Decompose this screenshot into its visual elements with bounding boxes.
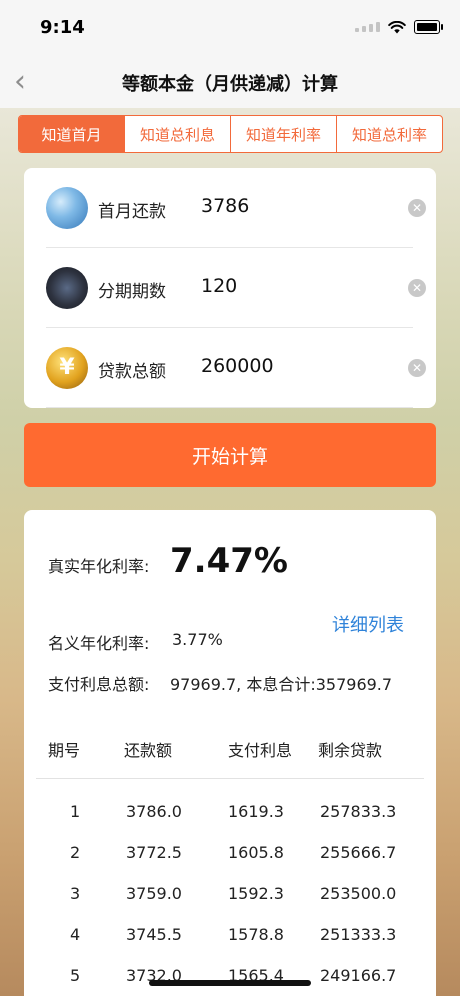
table-cell: 2 <box>70 843 81 862</box>
first-month-input[interactable]: 3786 <box>201 195 249 217</box>
calendar-photo-icon <box>46 267 88 309</box>
table-cell: 3786.0 <box>126 802 182 821</box>
tab-total-rate[interactable]: 知道总利率 <box>336 116 442 152</box>
table-cell: 1 <box>70 802 81 821</box>
first-month-label: 首月还款 <box>98 202 166 222</box>
table-cell: 3759.0 <box>126 884 182 903</box>
interest-total-label: 支付利息总额: <box>48 675 150 694</box>
first-month-row: 首月还款 3786 ✕ <box>24 168 436 248</box>
table-cell: 5 <box>70 966 81 985</box>
page-title: 等额本金（月供递减）计算 <box>122 74 338 95</box>
table-cell: 1605.8 <box>228 843 284 862</box>
nominal-rate-label: 名义年化利率: <box>48 634 150 653</box>
tab-annual-rate[interactable]: 知道年利率 <box>230 116 336 152</box>
clear-icon[interactable]: ✕ <box>408 359 426 377</box>
loan-total-input[interactable]: 260000 <box>201 355 274 377</box>
table-cell: 1592.3 <box>228 884 284 903</box>
status-bar: 9:14 <box>0 0 460 54</box>
wifi-icon <box>388 20 406 33</box>
tab-first-month[interactable]: 知道首月 <box>19 116 124 152</box>
table-cell: 251333.3 <box>320 925 397 944</box>
clear-icon[interactable]: ✕ <box>408 279 426 297</box>
tab-total-interest[interactable]: 知道总利息 <box>124 116 230 152</box>
table-header-interest: 支付利息 <box>228 741 293 760</box>
periods-row: 分期期数 120 ✕ <box>24 248 436 328</box>
result-card: 真实年化利率: 7.47% 详细列表 名义年化利率: 3.77% 支付利息总额:… <box>24 510 436 996</box>
table-cell: 1578.8 <box>228 925 284 944</box>
status-icons <box>355 20 443 34</box>
periods-label: 分期期数 <box>98 282 166 302</box>
signal-icon <box>355 22 380 32</box>
table-cell: 253500.0 <box>320 884 397 903</box>
nav-bar: ‹ 等额本金（月供递减）计算 <box>0 54 460 108</box>
table-cell: 3772.5 <box>126 843 182 862</box>
table-cell: 255666.7 <box>320 843 397 862</box>
home-indicator <box>149 980 311 986</box>
table-header-period: 期号 <box>48 741 81 760</box>
mode-tabs: 知道首月 知道总利息 知道年利率 知道总利率 <box>18 115 443 153</box>
yuan-coin-icon: ¥ <box>46 347 88 389</box>
table-header-remaining: 剩余贷款 <box>318 741 383 760</box>
real-rate-value: 7.47% <box>170 541 288 581</box>
detail-list-link[interactable]: 详细列表 <box>332 611 404 637</box>
interest-total-value: 97969.7, 本息合计:357969.7 <box>170 675 393 694</box>
clear-icon[interactable]: ✕ <box>408 199 426 217</box>
table-header-payment: 还款额 <box>124 741 173 760</box>
status-time: 9:14 <box>40 17 85 38</box>
input-card: 首月还款 3786 ✕ 分期期数 120 ✕ ¥ 贷款总额 260000 ✕ <box>24 168 436 408</box>
calculate-button[interactable]: 开始计算 <box>24 423 436 487</box>
battery-icon <box>414 20 443 34</box>
periods-input[interactable]: 120 <box>201 275 237 297</box>
table-cell: 257833.3 <box>320 802 397 821</box>
loan-total-row: ¥ 贷款总额 260000 ✕ <box>24 328 436 408</box>
table-cell: 249166.7 <box>320 966 397 985</box>
table-cell: 3745.5 <box>126 925 182 944</box>
table-divider <box>36 778 424 779</box>
nominal-rate-value: 3.77% <box>172 630 223 649</box>
divider <box>46 407 413 408</box>
table-cell: 1619.3 <box>228 802 284 821</box>
real-rate-label: 真实年化利率: <box>48 557 150 576</box>
globe-icon <box>46 187 88 229</box>
table-cell: 4 <box>70 925 81 944</box>
table-cell: 3 <box>70 884 81 903</box>
loan-total-label: 贷款总额 <box>98 362 166 382</box>
